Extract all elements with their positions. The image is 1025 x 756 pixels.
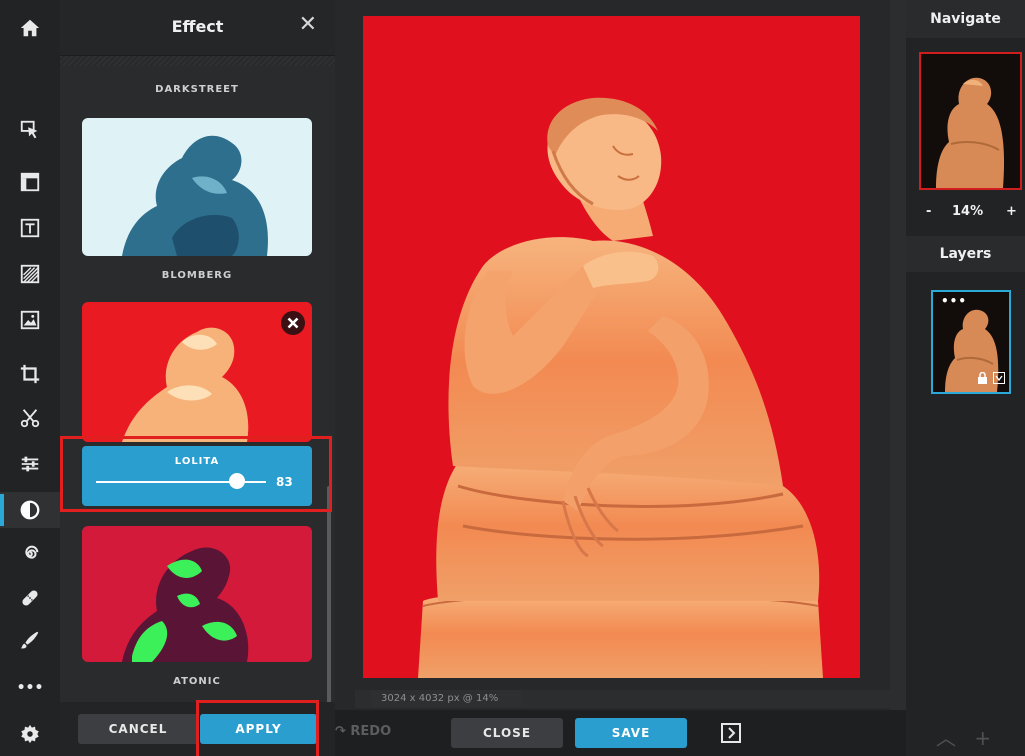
settings-icon[interactable] [0, 716, 60, 752]
effect-thumb-blomberg[interactable] [82, 118, 312, 256]
zoom-in-button[interactable]: + [1006, 204, 1017, 219]
close-button[interactable]: CLOSE [451, 718, 563, 748]
canvas-vertical-scrollbar[interactable] [890, 0, 906, 710]
zoom-level: 14% [952, 204, 984, 219]
remove-effect-icon[interactable] [280, 310, 306, 336]
canvas-status: 3024 x 4032 px @ 14% [371, 690, 521, 708]
crop-icon[interactable] [0, 356, 60, 392]
bottom-bar: ↷ REDO CLOSE SAVE [335, 710, 906, 756]
lock-icon[interactable] [977, 371, 988, 387]
zoom-controls: - 14% + [906, 204, 1025, 224]
apply-button[interactable]: APPLY [200, 714, 317, 744]
image-icon[interactable] [0, 302, 60, 338]
navigator-thumbnail[interactable] [919, 52, 1022, 190]
layer-controls[interactable]: ︿ + ﹀ [936, 722, 1025, 756]
panel-title: Effect [171, 17, 224, 36]
canvas-area[interactable]: 3024 x 4032 px @ 14% [335, 0, 906, 710]
effect-panel: Effect ✕ DARKSTREET BLOMBERG LOLITA 83 A… [60, 0, 335, 756]
select-icon[interactable] [0, 112, 60, 148]
panel-divider [60, 56, 335, 66]
effect-label-darkstreet[interactable]: DARKSTREET [82, 84, 312, 95]
layout-icon[interactable] [0, 164, 60, 200]
effect-icon[interactable] [0, 492, 60, 528]
home-icon[interactable] [0, 10, 60, 46]
more-icon[interactable]: ••• [0, 670, 60, 706]
layer-options-icon[interactable]: ••• [941, 294, 967, 308]
adjust-icon[interactable] [0, 446, 60, 482]
save-button[interactable]: SAVE [575, 718, 687, 748]
effect-thumb-lolita[interactable] [82, 302, 312, 442]
layer-item[interactable]: ••• [931, 290, 1011, 394]
slider-thumb[interactable] [229, 473, 246, 489]
zoom-out-button[interactable]: - [926, 204, 931, 219]
pattern-icon[interactable] [0, 256, 60, 292]
app-window: ••• Effect ✕ DARKSTREET BLOMBERG LOLITA … [0, 0, 1025, 756]
panel-scrollbar[interactable] [327, 486, 331, 702]
liquify-icon[interactable] [0, 536, 60, 572]
right-panel: Navigate - 14% + Layers ••• ︿ + [906, 0, 1025, 756]
panel-toggle-icon[interactable] [721, 723, 741, 743]
main-image[interactable] [363, 16, 860, 678]
cancel-button[interactable]: CANCEL [78, 714, 198, 744]
heal-icon[interactable] [0, 580, 60, 616]
layers-title: Layers [906, 236, 1025, 272]
effect-list[interactable]: DARKSTREET BLOMBERG LOLITA 83 ATONIC [60, 66, 335, 702]
redo-button[interactable]: ↷ REDO [335, 724, 391, 739]
layer-dropdown-icon[interactable] [993, 372, 1005, 384]
cut-icon[interactable] [0, 400, 60, 436]
left-toolbar: ••• [0, 0, 60, 756]
panel-header: Effect ✕ [60, 0, 335, 56]
effect-label-blomberg[interactable]: BLOMBERG [82, 270, 312, 281]
brush-icon[interactable] [0, 622, 60, 658]
navigate-title: Navigate [906, 0, 1025, 38]
slider-value: 83 [276, 475, 293, 489]
effect-label-atonic[interactable]: ATONIC [82, 676, 312, 687]
effect-strength-slider[interactable]: LOLITA 83 [82, 446, 312, 506]
panel-footer: CANCEL APPLY [60, 702, 335, 756]
text-icon[interactable] [0, 210, 60, 246]
close-icon[interactable]: ✕ [299, 14, 317, 36]
effect-thumb-atonic[interactable] [82, 526, 312, 662]
slider-label: LOLITA [174, 456, 220, 467]
